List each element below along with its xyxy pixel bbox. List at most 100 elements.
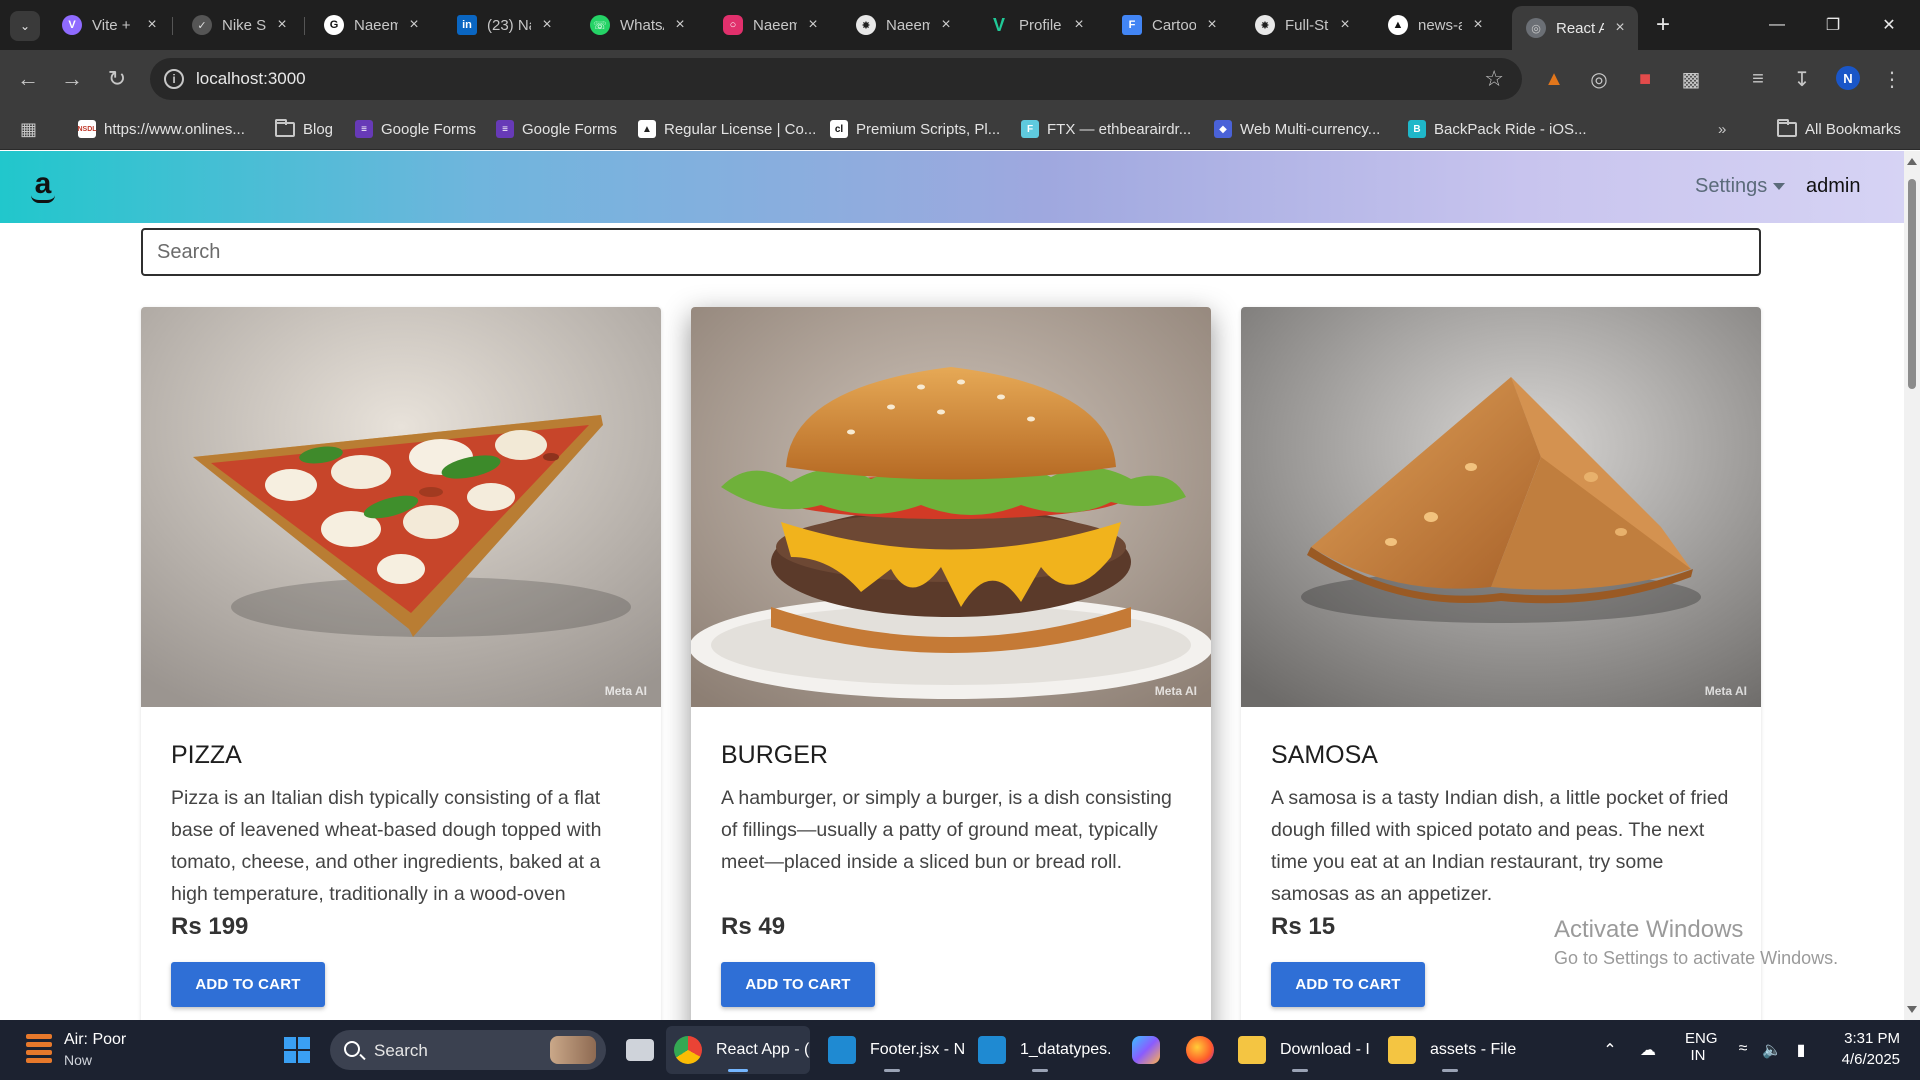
onedrive-cloud-icon[interactable]: ☁ <box>1638 1040 1658 1059</box>
url-text[interactable]: localhost:3000 <box>196 69 306 89</box>
browser-tab[interactable]: ✓ Nike Sl × <box>178 8 300 42</box>
bookmark-item[interactable]: F FTX — ethbearairdr... <box>1021 118 1191 140</box>
bookmarks-overflow-icon[interactable]: » <box>1718 118 1726 140</box>
extension-red-icon[interactable]: ■ <box>1631 65 1659 93</box>
close-icon[interactable]: × <box>274 16 290 34</box>
apps-grid-icon[interactable]: ▦ <box>20 118 37 140</box>
scrollbar-thumb[interactable] <box>1908 179 1916 389</box>
weather-subtitle[interactable]: Now <box>64 1052 92 1068</box>
bookmark-label: BackPack Ride - iOS... <box>1434 120 1587 138</box>
browser-tab[interactable]: G Naeem × <box>310 8 432 42</box>
tab-title: Profile <box>1019 16 1062 34</box>
settings-dropdown[interactable]: Settings <box>1695 175 1786 198</box>
more-menu-icon[interactable]: ⋮ <box>1878 65 1906 93</box>
browser-tab[interactable]: ○ Naeem × <box>709 8 831 42</box>
close-icon[interactable]: × <box>1470 16 1486 34</box>
browser-tab[interactable]: V Vite + × <box>48 8 170 42</box>
browser-tab[interactable]: in (23) Na × <box>443 8 565 42</box>
close-icon[interactable]: × <box>1337 16 1353 34</box>
user-menu[interactable]: admin <box>1806 175 1860 198</box>
browser-tab[interactable]: V Profile × <box>975 8 1097 42</box>
tab-title: news-a <box>1418 16 1462 34</box>
browser-tab[interactable]: ✸ Naeem × <box>842 8 964 42</box>
bookmark-item[interactable]: NSDL https://www.onlines... <box>77 118 245 140</box>
close-icon[interactable]: × <box>144 16 160 34</box>
close-icon[interactable]: × <box>1204 16 1220 34</box>
wifi-icon[interactable]: ≈ <box>1733 1040 1753 1058</box>
taskbar-app-copilot[interactable] <box>1126 1026 1166 1074</box>
clock-time[interactable]: 3:31 PM <box>1838 1030 1900 1047</box>
close-icon[interactable]: × <box>805 16 821 34</box>
whatsapp-icon: ☏ <box>590 15 610 35</box>
tab-search-button[interactable]: ⌄ <box>10 11 40 41</box>
windows-start-icon[interactable] <box>284 1037 310 1063</box>
puzzle-icon[interactable]: ▩ <box>1677 65 1705 93</box>
taskbar-app-explorer[interactable]: assets - File <box>1380 1026 1520 1074</box>
browser-tab[interactable]: ☏ WhatsA × <box>576 8 698 42</box>
restore-button[interactable]: ❐ <box>1810 0 1856 50</box>
reading-list-icon[interactable]: ≡ <box>1744 65 1772 93</box>
taskbar-search[interactable]: Search <box>330 1030 606 1070</box>
profile-avatar[interactable]: N <box>1836 66 1860 90</box>
bookmark-label: All Bookmarks <box>1805 120 1901 138</box>
bookmark-star-icon[interactable]: ☆ <box>1484 66 1504 92</box>
minimize-button[interactable]: — <box>1754 0 1800 50</box>
taskbar-app-chrome[interactable]: React App - ( <box>666 1026 810 1074</box>
weather-title[interactable]: Air: Poor <box>64 1031 126 1049</box>
close-window-button[interactable]: ✕ <box>1866 0 1912 50</box>
language-indicator[interactable]: ENG IN <box>1685 1030 1718 1064</box>
taskbar-app-firefox[interactable] <box>1180 1026 1220 1074</box>
taskbar-app-vscode[interactable]: 1_datatypes.j <box>970 1026 1110 1074</box>
add-to-cart-button[interactable]: ADD TO CART <box>1271 962 1425 1007</box>
pizza-image <box>141 307 661 707</box>
scroll-down-icon[interactable] <box>1907 1006 1917 1013</box>
close-icon[interactable]: × <box>938 16 954 34</box>
clock-date[interactable]: 4/6/2025 <box>1820 1051 1900 1068</box>
tab-title: Nike Sl <box>222 16 266 34</box>
bookmark-item[interactable]: ≡ Google Forms <box>355 118 476 140</box>
bookmark-item[interactable]: ≡ Google Forms <box>496 118 617 140</box>
bookmark-item[interactable]: B BackPack Ride - iOS... <box>1408 118 1587 140</box>
tray-overflow-icon[interactable]: ⌃ <box>1600 1040 1620 1059</box>
add-to-cart-button[interactable]: ADD TO CART <box>721 962 875 1007</box>
back-button[interactable]: ← <box>12 63 44 95</box>
add-to-cart-button[interactable]: ADD TO CART <box>171 962 325 1007</box>
amazon-logo-icon[interactable]: a <box>28 169 58 203</box>
battery-icon[interactable]: ▮ <box>1791 1040 1811 1059</box>
scroll-up-icon[interactable] <box>1907 158 1917 165</box>
task-view-icon[interactable] <box>620 1026 660 1074</box>
metamask-icon[interactable]: ▲ <box>1540 65 1568 93</box>
close-icon[interactable]: × <box>539 16 555 34</box>
page-scrollbar[interactable] <box>1904 151 1920 1020</box>
download-icon[interactable]: ↧ <box>1788 65 1816 93</box>
new-tab-button[interactable]: + <box>1648 11 1678 41</box>
burger-image <box>691 307 1211 707</box>
bookmark-item[interactable]: ▲ Regular License | Co... <box>638 118 816 140</box>
close-icon[interactable]: × <box>1612 19 1628 37</box>
browser-tab[interactable]: F Cartoo × <box>1108 8 1230 42</box>
bookmark-folder[interactable]: Blog <box>275 118 333 140</box>
weather-widget-icon[interactable] <box>26 1034 52 1064</box>
extension-target-icon[interactable]: ◎ <box>1585 65 1613 93</box>
browser-tab[interactable]: ▲ news-a × <box>1374 8 1496 42</box>
bookmark-item[interactable]: ◆ Web Multi-currency... <box>1214 118 1380 140</box>
site-info-icon[interactable]: i <box>164 69 184 89</box>
volume-muted-icon[interactable]: 🔈 <box>1762 1040 1782 1059</box>
browser-tab[interactable]: ✸ Full-St × <box>1241 8 1363 42</box>
search-input[interactable] <box>141 228 1761 276</box>
browser-tab-active[interactable]: ◎ React A × <box>1512 6 1638 50</box>
forward-button[interactable]: → <box>56 63 88 95</box>
address-bar[interactable]: i localhost:3000 ☆ <box>150 58 1522 100</box>
taskbar-app-vscode[interactable]: Footer.jsx - N <box>820 1026 964 1074</box>
close-icon[interactable]: × <box>1071 16 1087 34</box>
close-icon[interactable]: × <box>672 16 688 34</box>
reload-button[interactable]: ↻ <box>101 63 133 95</box>
restore-icon: ❐ <box>1825 17 1841 34</box>
github-icon: G <box>324 15 344 35</box>
taskbar-app-explorer[interactable]: Download - I <box>1230 1026 1370 1074</box>
close-icon[interactable]: × <box>406 16 422 34</box>
bookmarks-bar: ▦ NSDL https://www.onlines... Blog ≡ Goo… <box>0 108 1920 150</box>
all-bookmarks-button[interactable]: All Bookmarks <box>1777 118 1901 140</box>
arrow-left-icon: ← <box>17 66 39 91</box>
bookmark-item[interactable]: cl Premium Scripts, Pl... <box>830 118 1000 140</box>
